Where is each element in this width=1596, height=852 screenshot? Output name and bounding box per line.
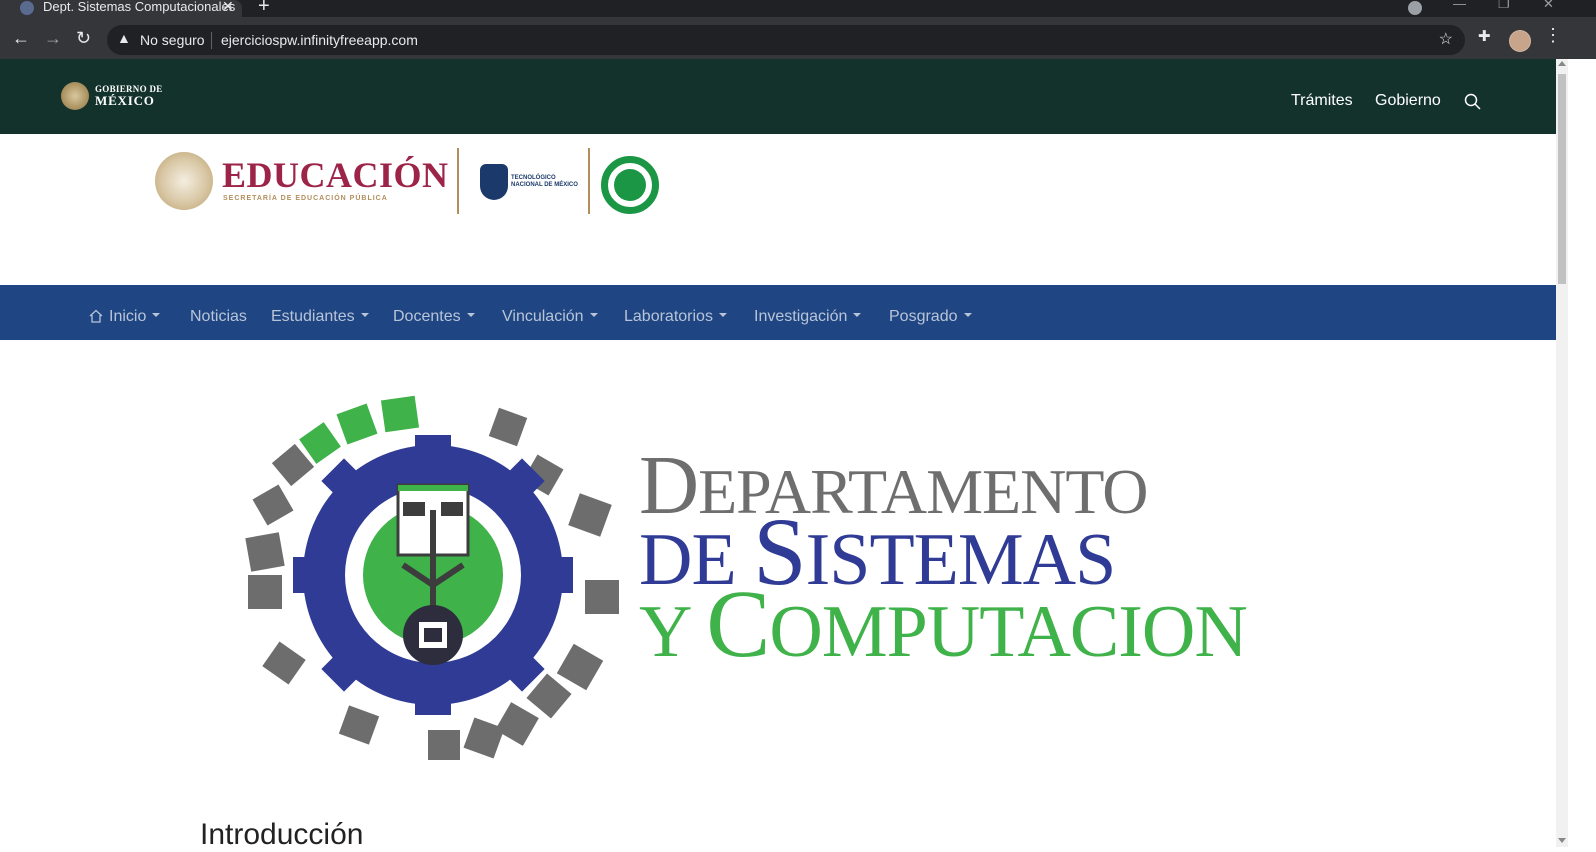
address-bar[interactable]: ▲ No seguro ejerciciospw.infinityfreeapp… [107, 25, 1465, 55]
page-scrollbar[interactable] [1556, 59, 1568, 847]
nav-label: Vinculación [502, 308, 584, 325]
nav-label: Docentes [393, 308, 461, 325]
caret-down-icon [963, 312, 972, 317]
nav-item-inicio[interactable]: Inicio [109, 308, 161, 326]
gov-link-tramites[interactable]: Trámites [1291, 92, 1353, 110]
forward-arrow-icon[interactable]: → [44, 28, 62, 49]
nav-label: Estudiantes [271, 308, 355, 325]
nav-item-estudiantes[interactable]: Estudiantes [271, 308, 369, 326]
caret-down-icon [589, 312, 598, 317]
nav-item-posgrado[interactable]: Posgrado [889, 308, 972, 326]
tecnm-line2: NACIONAL DE MÉXICO [511, 182, 578, 188]
browser-tab[interactable]: Dept. Sistemas Computacionales ✕ [0, 0, 242, 17]
warning-icon[interactable]: ▲ [117, 30, 131, 46]
nav-label: Noticias [190, 308, 247, 325]
logo-divider [457, 148, 459, 214]
star-icon[interactable]: ☆ [1439, 29, 1453, 49]
back-arrow-icon[interactable]: ← [12, 28, 30, 49]
nav-item-docentes[interactable]: Docentes [393, 308, 475, 326]
department-gear-logo [245, 395, 619, 760]
banner-initial: C [706, 570, 770, 677]
logo-divider [588, 148, 590, 214]
nav-label: Laboratorios [624, 308, 713, 325]
gov-link-gobierno[interactable]: Gobierno [1375, 92, 1441, 110]
nav-item-laboratorios[interactable]: Laboratorios [624, 308, 727, 326]
caret-down-icon [718, 312, 727, 317]
tab-title: Dept. Sistemas Computacionales [43, 0, 236, 14]
tab-favicon-icon [20, 1, 34, 15]
gov-seal-logo[interactable] [61, 82, 89, 110]
sep-seal-logo [155, 152, 213, 210]
nav-label: Investigación [754, 308, 848, 325]
education-title: EDUCACIÓN [222, 155, 449, 195]
search-icon[interactable] [1464, 93, 1481, 110]
banner-rest: OMPUTACION [769, 591, 1247, 673]
tab-search-icon[interactable] [1408, 1, 1422, 15]
restore-icon[interactable]: ❐ [1498, 0, 1510, 12]
banner-line-computacion: Y COMPUTACION [639, 575, 1248, 671]
gov-header: GOBIERNO DE MÉXICO Trámites Gobierno [0, 59, 1556, 134]
caret-down-icon [466, 312, 475, 317]
extensions-icon[interactable]: ✚ [1478, 27, 1491, 45]
nav-item-noticias[interactable]: Noticias [190, 308, 247, 326]
new-tab-plus-icon[interactable]: + [258, 0, 270, 18]
tecnm-line1: TECNOLÓGICO [511, 175, 556, 181]
education-subtitle: SECRETARÍA DE EDUCACIÓN PÚBLICA [223, 195, 388, 202]
browser-toolbar: ← → ↻ ▲ No seguro ejerciciospw.infinityf… [0, 17, 1596, 59]
reload-icon[interactable]: ↻ [76, 28, 91, 49]
window-close-icon[interactable]: ✕ [1543, 0, 1554, 12]
omnibox-divider [211, 32, 212, 49]
banner-prefix: Y [639, 591, 707, 673]
security-label[interactable]: No seguro [140, 32, 205, 48]
tab-close-icon[interactable]: ✕ [222, 0, 234, 15]
caret-down-icon [152, 312, 161, 317]
gov-brand-big[interactable]: MÉXICO [95, 93, 155, 109]
url-text[interactable]: ejerciciospw.infinityfreeapp.com [221, 32, 418, 48]
nav-item-vinculacion[interactable]: Vinculación [502, 308, 598, 326]
nav-label: Posgrado [889, 308, 958, 325]
itt-logo-core [614, 169, 646, 201]
scroll-down-icon[interactable] [1558, 838, 1566, 843]
caret-down-icon [360, 312, 369, 317]
nav-label: Inicio [109, 308, 147, 325]
menu-dots-icon[interactable]: ⋮ [1544, 25, 1562, 46]
scroll-thumb[interactable] [1558, 74, 1566, 284]
home-icon[interactable] [89, 309, 103, 323]
scroll-up-icon[interactable] [1558, 61, 1566, 66]
institution-logos: EDUCACIÓN SECRETARÍA DE EDUCACIÓN PÚBLIC… [0, 134, 1556, 285]
browser-tabstrip: Dept. Sistemas Computacionales ✕ + — ❐ ✕ [0, 0, 1596, 17]
caret-down-icon [853, 312, 862, 317]
profile-avatar[interactable] [1509, 30, 1531, 52]
main-nav: Inicio Noticias Estudiantes Docentes Vin… [0, 285, 1556, 340]
tecnm-text: TECNOLÓGICO NACIONAL DE MÉXICO [511, 175, 578, 189]
banner-line-departamento: DEPARTAMENTO [639, 443, 1149, 526]
minimize-icon[interactable]: — [1453, 0, 1466, 11]
tecnm-logo [480, 164, 508, 200]
nav-item-investigacion[interactable]: Investigación [754, 308, 862, 326]
